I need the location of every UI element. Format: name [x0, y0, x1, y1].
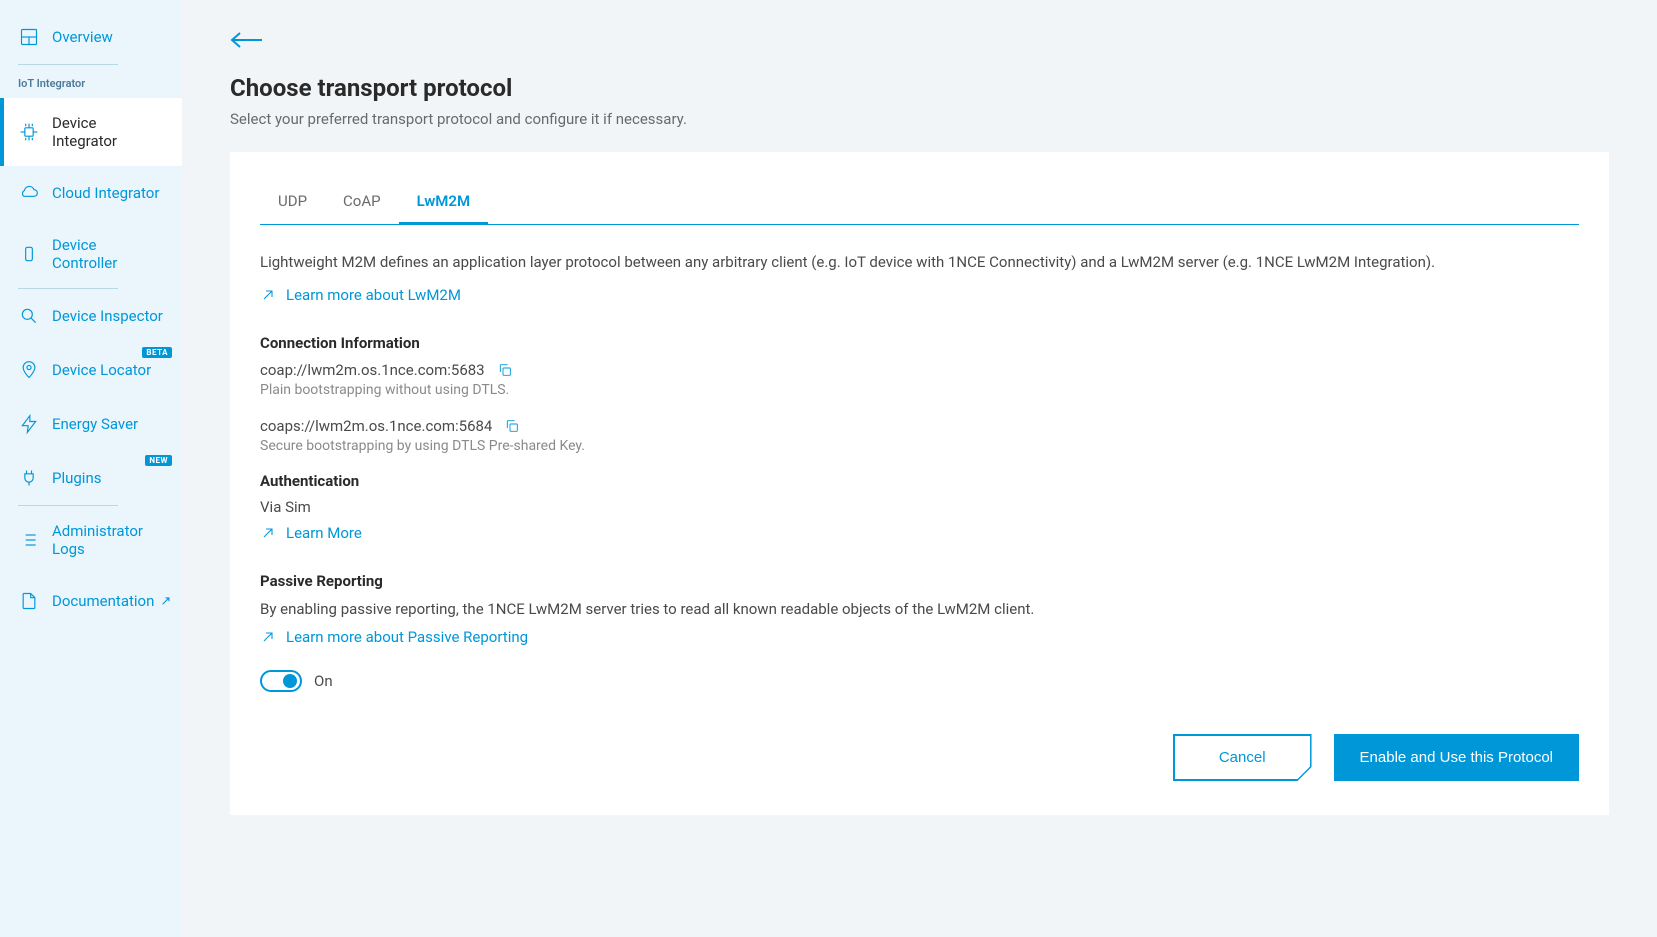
new-badge: NEW [145, 455, 172, 466]
lwm2m-description: Lightweight M2M defines an application l… [260, 251, 1579, 274]
sidebar-label: Administrator Logs [52, 522, 164, 558]
sidebar-label: Overview [52, 28, 113, 46]
sidebar-item-energy-saver[interactable]: Energy Saver [0, 397, 182, 451]
copy-button[interactable] [495, 360, 515, 380]
bolt-icon [18, 413, 40, 435]
link-text: Learn more about LwM2M [286, 286, 461, 304]
sidebar-label: Energy Saver [52, 415, 138, 433]
main: Choose transport protocol Select your pr… [182, 0, 1657, 937]
toggle-knob [283, 674, 297, 688]
passive-heading: Passive Reporting [260, 572, 1579, 590]
arrow-ne-icon [260, 525, 276, 541]
beta-badge: BETA [142, 347, 172, 358]
sidebar-label: Device Controller [52, 236, 164, 272]
sidebar-item-device-inspector[interactable]: Device Inspector [0, 289, 182, 343]
overview-icon [18, 26, 40, 48]
connection-url-plain: coap://lwm2m.os.1nce.com:5683 [260, 361, 485, 379]
tab-lwm2m[interactable]: LwM2M [399, 182, 488, 224]
list-icon [18, 529, 40, 551]
tab-coap[interactable]: CoAP [325, 182, 399, 224]
cloud-icon [18, 182, 40, 204]
document-icon [18, 590, 40, 612]
sidebar-item-cloud-integrator[interactable]: Cloud Integrator [0, 166, 182, 220]
footer-actions: Cancel Enable and Use this Protocol [260, 734, 1579, 781]
page-title: Choose transport protocol [230, 74, 1609, 102]
plug-icon [18, 467, 40, 489]
learn-more-lwm2m-link[interactable]: Learn more about LwM2M [260, 286, 461, 304]
passive-description: By enabling passive reporting, the 1NCE … [260, 598, 1579, 621]
protocol-tabs: UDP CoAP LwM2M [260, 182, 1579, 225]
sidebar-item-device-integrator[interactable]: Device Integrator [0, 98, 182, 166]
auth-heading: Authentication [260, 472, 1579, 490]
sidebar-label: Cloud Integrator [52, 184, 159, 202]
connection-desc-plain: Plain bootstrapping without using DTLS. [260, 382, 1579, 398]
connection-desc-secure: Secure bootstrapping by using DTLS Pre-s… [260, 438, 1579, 454]
back-button[interactable] [230, 30, 264, 54]
tab-udp[interactable]: UDP [260, 182, 325, 224]
arrow-ne-icon [260, 629, 276, 645]
link-text: Learn More [286, 524, 362, 542]
connection-heading: Connection Information [260, 334, 1579, 352]
sidebar-item-device-controller[interactable]: Device Controller [0, 220, 182, 288]
auth-value: Via Sim [260, 498, 1579, 516]
sidebar-section-label: IoT Integrator [0, 65, 182, 98]
passive-reporting-toggle[interactable] [260, 670, 302, 692]
page-subtitle: Select your preferred transport protocol… [230, 110, 1609, 128]
connection-url-secure: coaps://lwm2m.os.1nce.com:5684 [260, 417, 492, 435]
link-text: Learn more about Passive Reporting [286, 628, 528, 646]
sidebar-item-documentation[interactable]: Documentation ↗ [0, 574, 182, 628]
cancel-button[interactable]: Cancel [1174, 735, 1311, 780]
sidebar-label: Device Integrator [52, 114, 164, 150]
sidebar-item-plugins[interactable]: Plugins NEW [0, 451, 182, 505]
sidebar-label: Plugins [52, 469, 101, 487]
sidebar-label: Documentation [52, 592, 154, 610]
sidebar-item-device-locator[interactable]: Device Locator BETA [0, 343, 182, 397]
external-link-icon: ↗ [160, 594, 171, 609]
sidebar: Overview IoT Integrator Device Integrato… [0, 0, 182, 937]
sidebar-label: Device Locator [52, 361, 151, 379]
chip-icon [18, 121, 40, 143]
learn-more-auth-link[interactable]: Learn More [260, 524, 362, 542]
learn-more-passive-link[interactable]: Learn more about Passive Reporting [260, 628, 528, 646]
arrow-ne-icon [260, 287, 276, 303]
protocol-card: UDP CoAP LwM2M Lightweight M2M defines a… [230, 152, 1609, 815]
search-icon [18, 305, 40, 327]
toggle-label: On [314, 672, 333, 690]
sidebar-item-admin-logs[interactable]: Administrator Logs [0, 506, 182, 574]
sidebar-item-overview[interactable]: Overview [0, 10, 182, 64]
device-icon [18, 243, 40, 265]
location-icon [18, 359, 40, 381]
copy-button[interactable] [502, 416, 522, 436]
sidebar-label: Device Inspector [52, 307, 163, 325]
enable-protocol-button[interactable]: Enable and Use this Protocol [1334, 734, 1579, 781]
